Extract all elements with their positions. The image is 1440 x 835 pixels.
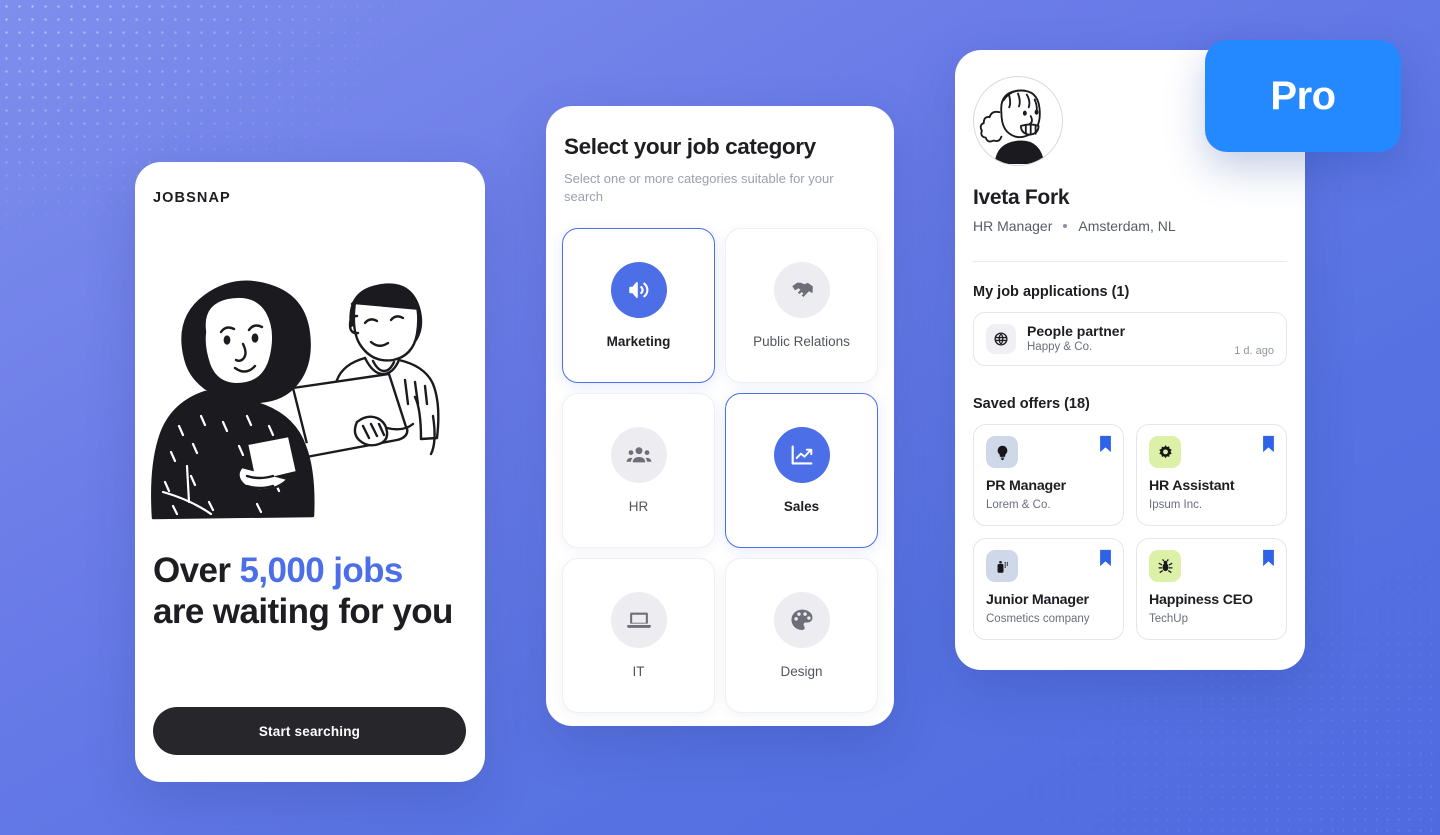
saved-offer-role: Junior Manager	[986, 592, 1089, 608]
saved-offer-role: HR Assistant	[1149, 478, 1235, 494]
category-tile-public-relations[interactable]: Public Relations	[725, 228, 878, 383]
saved-offer-card-junior-manager[interactable]: Junior Manager Cosmetics company	[973, 538, 1124, 640]
applications-section-title: My job applications (1)	[973, 284, 1130, 300]
category-panel-title: Select your job category	[564, 134, 816, 159]
headline-highlight: 5,000 jobs	[239, 551, 404, 590]
category-label: IT	[632, 664, 645, 679]
bookmark-icon[interactable]	[1262, 435, 1275, 453]
people-group-icon	[610, 427, 667, 483]
saved-offer-card-pr-manager[interactable]: PR Manager Lorem & Co.	[973, 424, 1124, 526]
saved-offer-company: Cosmetics company	[986, 613, 1090, 625]
start-searching-button[interactable]: Start searching	[153, 707, 466, 755]
two-people-with-laptop-illustration	[143, 230, 477, 530]
category-label: HR	[628, 499, 649, 514]
paint-palette-icon	[773, 592, 830, 648]
separator-dot-icon	[1063, 224, 1068, 228]
application-card-people-partner[interactable]: People partner Happy & Co. 1 d. ago	[973, 312, 1287, 366]
profile-name: Iveta Fork	[973, 186, 1070, 209]
bookmark-icon[interactable]	[1262, 549, 1275, 567]
application-timestamp: 1 d. ago	[1234, 345, 1274, 357]
page-title: Over 5,000 jobs are waiting for you	[153, 550, 453, 633]
category-tile-hr[interactable]: HR	[562, 393, 715, 548]
headline-part-2: are waiting for you	[153, 592, 453, 632]
category-label: Design	[780, 664, 823, 679]
gear-icon	[1149, 436, 1181, 468]
pro-badge[interactable]: Pro	[1205, 40, 1401, 152]
category-label: Public Relations	[753, 334, 850, 349]
category-tile-sales[interactable]: Sales	[725, 393, 878, 548]
avatar	[973, 76, 1063, 166]
application-company: Happy & Co.	[1027, 341, 1093, 354]
headline-part-1: Over	[153, 551, 240, 590]
application-role: People partner	[1027, 322, 1126, 339]
globe-grid-icon	[986, 324, 1016, 354]
saved-offer-company: TechUp	[1149, 613, 1188, 625]
app-logo-text: JOBSNAP	[153, 190, 231, 206]
category-panel-subtitle: Select one or more categories suitable f…	[564, 171, 834, 204]
handshake-icon	[773, 262, 830, 318]
category-tile-it[interactable]: IT	[562, 558, 715, 713]
bookmark-icon[interactable]	[1099, 435, 1112, 453]
onboarding-panel: JOBSNAP Over 5,000 jobs are waiting for …	[135, 162, 485, 782]
divider	[973, 261, 1287, 262]
profile-role: HR Manager	[973, 218, 1053, 234]
saved-offer-company: Ipsum Inc.	[1149, 499, 1203, 511]
profile-meta: HR Manager Amsterdam, NL	[973, 218, 1176, 234]
lightbulb-icon	[986, 436, 1018, 468]
category-tile-design[interactable]: Design	[725, 558, 878, 713]
job-category-panel: Select your job category Select one or m…	[546, 106, 894, 726]
megaphone-icon	[610, 262, 667, 318]
saved-offers-grid: PR Manager Lorem & Co. HR Assistant Ipsu…	[973, 424, 1287, 640]
saved-offers-section-title: Saved offers (18)	[973, 396, 1090, 412]
bottle-icon	[986, 550, 1018, 582]
bookmark-icon[interactable]	[1099, 549, 1112, 567]
category-label: Marketing	[606, 334, 671, 349]
category-label: Sales	[783, 499, 820, 514]
bug-icon	[1149, 550, 1181, 582]
profile-location: Amsterdam, NL	[1078, 218, 1176, 234]
category-tile-marketing[interactable]: Marketing	[562, 228, 715, 383]
saved-offer-company: Lorem & Co.	[986, 499, 1051, 511]
laptop-icon	[610, 592, 667, 648]
saved-offer-card-happiness-ceo[interactable]: Happiness CEO TechUp	[1136, 538, 1287, 640]
saved-offer-role: Happiness CEO	[1149, 592, 1253, 608]
category-grid: Marketing Public Relations HR Sales IT D…	[562, 228, 878, 713]
saved-offer-role: PR Manager	[986, 478, 1066, 494]
saved-offer-card-hr-assistant[interactable]: HR Assistant Ipsum Inc.	[1136, 424, 1287, 526]
chart-growth-icon	[773, 427, 830, 483]
